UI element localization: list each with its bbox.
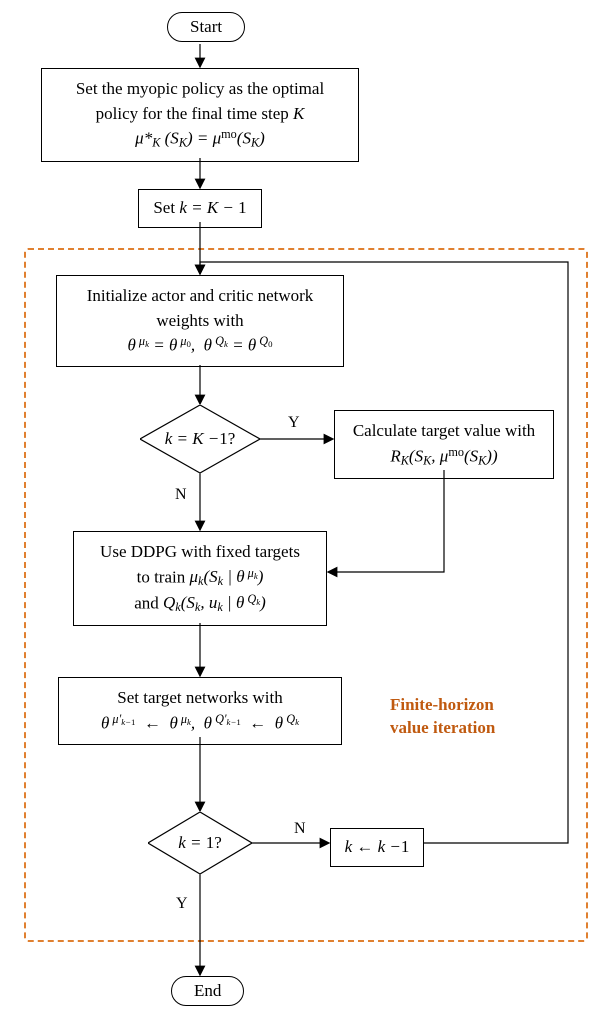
edge-label-N: N [175,486,187,504]
edge-label-N: N [294,820,306,838]
edge-label-Y: Y [288,414,300,432]
text-line: Set the myopic policy as the optimal [54,77,346,102]
terminal-end: End [171,976,244,1006]
process-set-k: Set k = K − 1 [138,189,262,228]
equation: μ*K (SK) = μmo(SK) [54,126,346,152]
decision-k-eq-K-1: k = K −1? [140,405,260,473]
text-line: to train μk(Sk | θ μk) [86,565,314,591]
decision-k-eq-1: k = 1? [148,812,252,874]
equation: RK(SK, μmo(SK)) [347,444,541,470]
decision-label: k = 1? [148,812,252,874]
process-init-weights: Initialize actor and critic network weig… [56,275,344,367]
equation: θ μ'k−1 ← θ μk, θ Q'k−1 ← θ Qk [71,711,329,736]
text-line: Set [153,198,179,217]
terminal-start: Start [167,12,245,42]
decision-label: k = K −1? [140,405,260,473]
process-decrement-k: k ← k −1 [330,828,424,867]
text-line: policy for the final time step K [54,102,346,127]
text-line: weights with [69,309,331,334]
text-line: and Qk(Sk, uk | θ Qk) [86,591,314,617]
edge-label-Y: Y [176,895,188,913]
process-set-targets: Set target networks with θ μ'k−1 ← θ μk,… [58,677,342,745]
region-annotation: Finite-horizon value iteration [390,694,495,740]
equation: k ← k −1 [345,837,410,856]
text-line: Initialize actor and critic network [69,284,331,309]
terminal-end-label: End [194,981,221,1000]
terminal-start-label: Start [190,17,222,36]
equation: θ μk = θ μ0, θ Qk = θ Q0 [69,333,331,358]
text-line: Calculate target value with [347,419,541,444]
process-init-policy: Set the myopic policy as the optimal pol… [41,68,359,162]
process-calc-target: Calculate target value with RK(SK, μmo(S… [334,410,554,479]
process-ddpg: Use DDPG with fixed targets to train μk(… [73,531,327,626]
text-line: Use DDPG with fixed targets [86,540,314,565]
text-line: Set target networks with [71,686,329,711]
